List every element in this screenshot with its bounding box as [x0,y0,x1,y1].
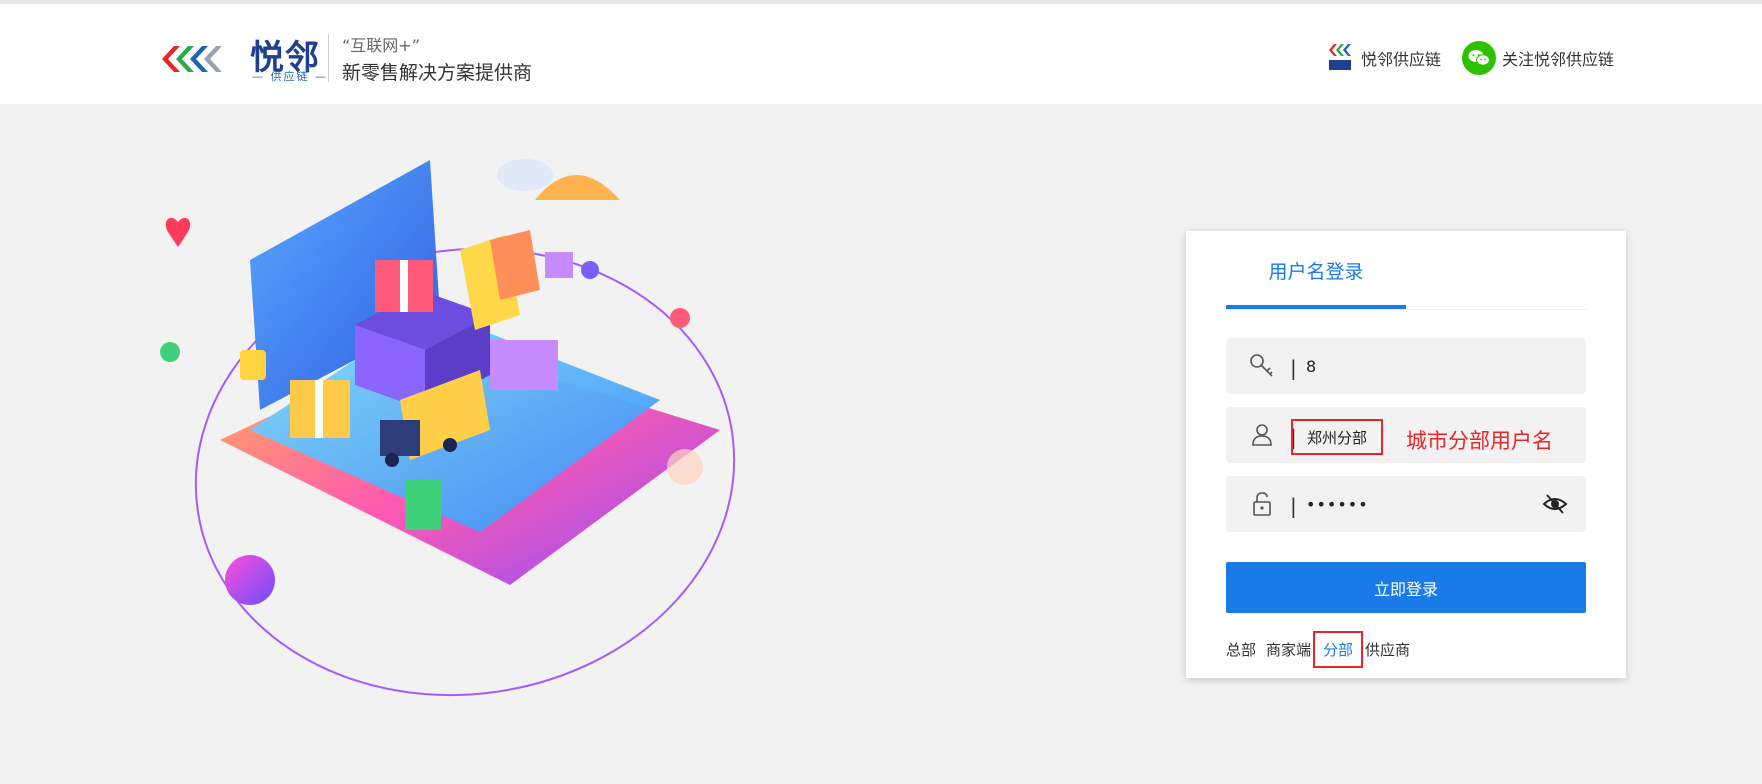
role-supplier[interactable]: 供应商 [1365,639,1410,660]
role-merchant[interactable]: 商家端 [1266,639,1311,660]
cloud-icon [497,159,553,191]
yuelin-logo-icon [162,46,222,72]
slogan-line2: 新零售解决方案提供商 [342,62,533,84]
password-field: | [1226,476,1586,532]
field-separator: | [1290,494,1297,518]
branch-username-annotation: 城市分部用户名 [1406,429,1553,453]
tab-active-indicator [1226,305,1406,309]
code-input[interactable] [1306,346,1526,386]
key-icon [1250,354,1273,377]
check-icon [160,342,180,362]
ball-peach [667,449,703,485]
header-divider [328,34,329,82]
eye-icon[interactable] [1542,492,1568,516]
heart-icon [165,217,191,247]
login-tabs: 用户名登录 [1226,231,1586,310]
wechat-icon [1462,41,1496,75]
yuelin-mini-logo-icon [1329,44,1351,70]
tab-username-login[interactable]: 用户名登录 [1226,231,1406,309]
ball-small [581,261,599,279]
brand-subtitle: — 供应链 — [252,70,328,83]
follow-wechat-label: 关注悦邻供应链 [1502,50,1615,69]
lilac-gift [490,340,558,390]
role-headquarters[interactable]: 总部 [1226,639,1256,660]
role-selector: 总部 商家端 分部 供应商 [1226,630,1420,668]
lock-icon [1253,492,1271,516]
password-input[interactable] [1306,484,1526,524]
role-branch[interactable]: 分部 [1313,630,1364,668]
branch-username-input[interactable]: 郑州分部 [1291,419,1383,455]
field-separator: | [1290,356,1297,380]
login-submit-button[interactable]: 立即登录 [1226,562,1586,613]
ecommerce-illustration [160,159,736,697]
branch-field: | 郑州分部 城市分部用户名 [1226,407,1586,463]
follow-wechat-link[interactable]: 关注悦邻供应链 [1462,40,1614,76]
code-field: | [1226,338,1586,394]
cart-card [405,480,441,530]
plus-icon [670,308,690,328]
user-icon [1252,424,1272,446]
site-header: 悦邻 — 供应链 — “互联网+” 新零售解决方案提供商 悦邻供应链 关注悦邻供… [0,4,1762,104]
supply-chain-link[interactable]: 悦邻供应链 [1325,40,1441,76]
ball-left [225,555,275,605]
chip-icon [240,350,266,380]
login-card: 用户名登录 | | 郑州分部 城市分部用户名 | 立即登 [1186,231,1626,678]
supply-chain-label: 悦邻供应链 [1361,50,1442,69]
slogan-line1: “互联网+” [342,36,420,55]
